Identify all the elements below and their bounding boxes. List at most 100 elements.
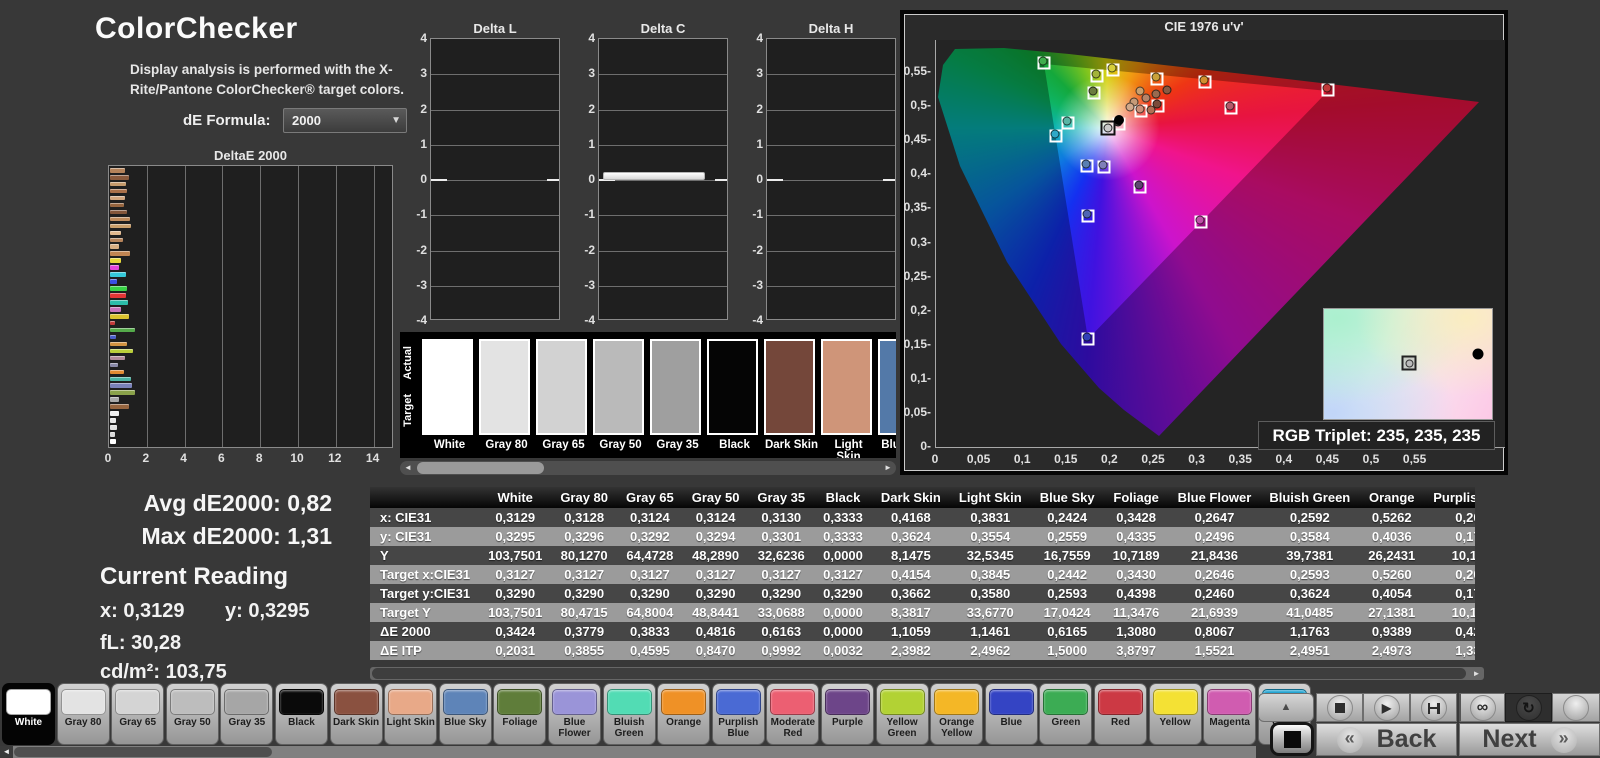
table-cell: 0,2592 bbox=[1260, 508, 1359, 527]
table-cell: 0,4398 bbox=[1104, 584, 1169, 603]
deltae-bar bbox=[110, 321, 115, 326]
patch-button-purplish-blue[interactable]: Purplish Blue bbox=[712, 683, 765, 745]
patch-button-moderate-red[interactable]: Moderate Red bbox=[766, 683, 819, 745]
pattern-window-button[interactable] bbox=[1270, 722, 1314, 756]
table-cell: 64,8004 bbox=[617, 603, 683, 622]
table-cell: 21,6939 bbox=[1169, 603, 1261, 622]
patch-button-black[interactable]: Black bbox=[275, 683, 328, 745]
patch-button-blue-flower[interactable]: Blue Flower bbox=[548, 683, 601, 745]
patch-label: Dark Skin bbox=[331, 716, 382, 728]
table-cell: 0,3294 bbox=[683, 527, 749, 546]
scroll-right-icon[interactable]: ► bbox=[1470, 667, 1483, 680]
gridline bbox=[374, 166, 375, 447]
table-row-label: Y bbox=[370, 546, 479, 565]
axis-tick-label: 12 bbox=[328, 451, 341, 465]
scroll-right-icon[interactable]: ► bbox=[882, 461, 894, 475]
table-cell: 0,3584 bbox=[1260, 527, 1359, 546]
patch-button-red[interactable]: Red bbox=[1094, 683, 1147, 745]
patch-swatch bbox=[989, 689, 1034, 715]
table-cell: 21,8436 bbox=[1169, 546, 1261, 565]
patch-label: Black bbox=[276, 716, 327, 728]
axis-tick-label: -3 bbox=[741, 278, 763, 292]
table-cell: 0,2083 bbox=[1424, 565, 1475, 584]
scrollbar-thumb[interactable] bbox=[14, 747, 272, 757]
table-cell: 0,3290 bbox=[551, 584, 617, 603]
pattern-list-up-button[interactable]: ▲ bbox=[1258, 693, 1314, 722]
patch-label: White bbox=[3, 716, 54, 728]
next-button[interactable]: Next » bbox=[1459, 723, 1600, 756]
strip-scrollbar[interactable]: ◄ ► bbox=[400, 461, 896, 475]
deltae-bar bbox=[110, 411, 119, 416]
patch-button-yellow[interactable]: Yellow bbox=[1149, 683, 1202, 745]
patch-button-foliage[interactable]: Foliage bbox=[493, 683, 546, 745]
table-cell: 0,2593 bbox=[1031, 584, 1104, 603]
scroll-left-icon[interactable]: ◄ bbox=[0, 746, 13, 758]
patch-label: Gray 50 bbox=[167, 716, 218, 728]
table-cell: 0,3831 bbox=[950, 508, 1031, 527]
table-cell: 2,4973 bbox=[1359, 641, 1424, 660]
patch-button-blue-sky[interactable]: Blue Sky bbox=[439, 683, 492, 745]
table-cell: 0,9389 bbox=[1359, 622, 1424, 641]
x-value: 0,3129 bbox=[123, 600, 184, 622]
table-row: ΔE 20000,34240,37790,38330,48160,61630,0… bbox=[370, 622, 1475, 641]
axis-tick-label: 0,4- bbox=[898, 166, 931, 180]
patch-button-yellow-green[interactable]: Yellow Green bbox=[876, 683, 929, 745]
patch-button-green[interactable]: Green bbox=[1039, 683, 1092, 745]
patch-button-gray-80[interactable]: Gray 80 bbox=[57, 683, 110, 745]
patch-button-bluish-green[interactable]: Bluish Green bbox=[603, 683, 656, 745]
table-cell: 0,3290 bbox=[617, 584, 683, 603]
de-formula-label: dE Formula: bbox=[183, 112, 271, 129]
patch-button-purple[interactable]: Purple bbox=[821, 683, 874, 745]
delta-l-chart: 43210-1-2-3-4 bbox=[430, 38, 560, 320]
strip-swatch-light-skin bbox=[821, 339, 872, 435]
scroll-left-icon[interactable]: ◄ bbox=[402, 461, 414, 475]
patch-button-gray-50[interactable]: Gray 50 bbox=[166, 683, 219, 745]
record-button[interactable] bbox=[1552, 693, 1600, 722]
step-button[interactable] bbox=[1410, 693, 1457, 722]
patch-button-dark-skin[interactable]: Dark Skin bbox=[330, 683, 383, 745]
axis-tick-label: 8 bbox=[256, 451, 263, 465]
table-col-header: Light Skin bbox=[950, 487, 1031, 508]
table-col-header: Blue Sky bbox=[1031, 487, 1104, 508]
patch-button-light-skin[interactable]: Light Skin bbox=[384, 683, 437, 745]
axis-tick-label: 0,2- bbox=[898, 303, 931, 317]
scrollbar-thumb[interactable] bbox=[372, 668, 1466, 679]
stop-button[interactable] bbox=[1316, 693, 1363, 722]
table-col-header: Blue Flower bbox=[1169, 487, 1261, 508]
play-button[interactable]: ▶ bbox=[1363, 693, 1410, 722]
gridline bbox=[222, 166, 223, 447]
patch-button-gray-65[interactable]: Gray 65 bbox=[111, 683, 164, 745]
table-cell: 0,3779 bbox=[551, 622, 617, 641]
delta-bar bbox=[603, 172, 705, 180]
loop-button[interactable]: ∞ bbox=[1459, 693, 1505, 722]
patch-button-orange[interactable]: Orange bbox=[657, 683, 710, 745]
strip-swatch-label: Black bbox=[707, 439, 762, 451]
current-reading-heading: Current Reading bbox=[100, 563, 288, 591]
table-cell: 0,3127 bbox=[748, 565, 814, 584]
patch-label: Bluish Green bbox=[604, 716, 655, 739]
patch-button-magenta[interactable]: Magenta bbox=[1203, 683, 1256, 745]
patch-bar-scrollbar[interactable]: ◄ bbox=[0, 746, 1256, 758]
axis-tick-label: 2 bbox=[741, 102, 763, 116]
patch-button-gray-35[interactable]: Gray 35 bbox=[220, 683, 273, 745]
deltae-bar bbox=[110, 196, 125, 201]
axis-tick-label: 0,55- bbox=[898, 64, 931, 78]
patch-swatch bbox=[1207, 689, 1252, 715]
scrollbar-thumb[interactable] bbox=[417, 462, 544, 474]
back-button[interactable]: « Back bbox=[1316, 723, 1457, 756]
strip-swatch-white bbox=[422, 339, 473, 435]
de-formula-dropdown[interactable]: 2000 ▼ bbox=[283, 108, 407, 133]
patch-label: Green bbox=[1040, 716, 1091, 728]
table-scrollbar[interactable]: ► bbox=[370, 667, 1484, 680]
patch-button-blue[interactable]: Blue bbox=[985, 683, 1038, 745]
gridline bbox=[431, 286, 559, 287]
axis-tick-label: 0,5- bbox=[898, 98, 931, 112]
table-cell: 1,5000 bbox=[1031, 641, 1104, 660]
gridline bbox=[431, 110, 559, 111]
deltae-bar bbox=[110, 251, 130, 256]
avg-de2000-stat: Avg dE2000: 0,82 bbox=[70, 490, 332, 517]
max-de2000-stat: Max dE2000: 1,31 bbox=[70, 523, 332, 550]
patch-button-orange-yellow[interactable]: Orange Yellow bbox=[930, 683, 983, 745]
refresh-button[interactable]: ↻ bbox=[1505, 693, 1552, 722]
patch-button-white[interactable]: White bbox=[2, 683, 55, 745]
